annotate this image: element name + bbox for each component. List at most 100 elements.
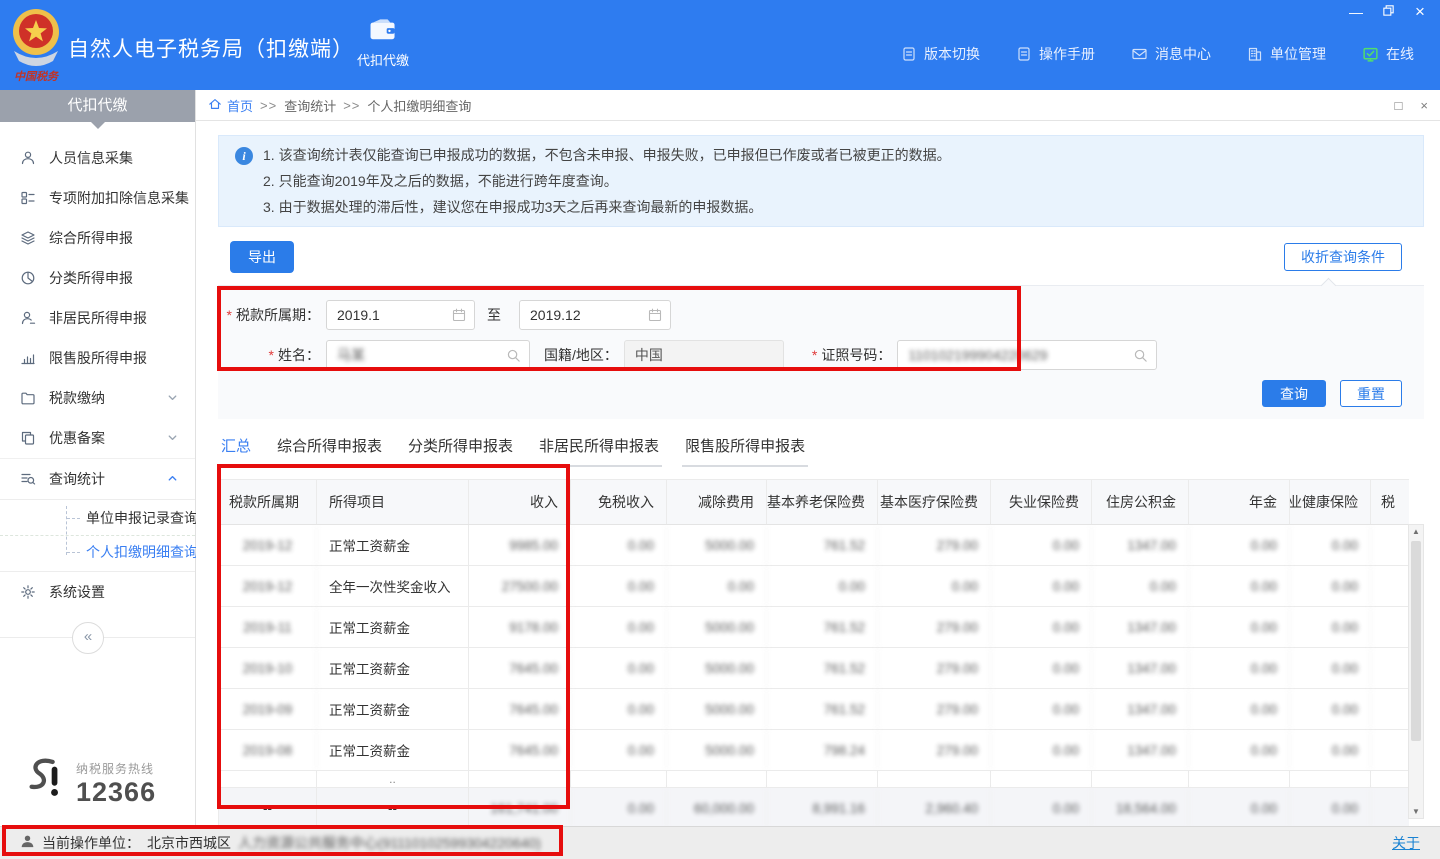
- nav-label: 单位管理: [1270, 44, 1326, 64]
- reset-button[interactable]: 重置: [1340, 380, 1402, 407]
- hotline-number: 12366: [76, 777, 156, 808]
- pie-chart-icon: [20, 270, 36, 286]
- chevron-up-icon: [166, 472, 179, 488]
- table-cell: [1371, 607, 1409, 647]
- table-cell: [878, 771, 991, 787]
- table-cell: 0.00: [1189, 648, 1290, 688]
- table-cell: 27500.00: [469, 566, 571, 606]
- period-row: 税款所属期： 2019.1 至 2019.12: [218, 300, 1424, 330]
- sidebar-item-preferential-filing[interactable]: 优惠备案: [0, 418, 195, 458]
- sidebar-item-tax-payment[interactable]: 税款缴纳: [0, 378, 195, 418]
- nationality-input[interactable]: 中国: [624, 340, 784, 370]
- panel-maximize-button[interactable]: □: [1395, 98, 1403, 113]
- vertical-scrollbar[interactable]: ▲ ▼: [1408, 524, 1424, 819]
- calendar-icon[interactable]: [452, 308, 466, 322]
- hotline-block: 纳税服务热线 12366: [24, 755, 156, 812]
- sidebar-item-personnel-info[interactable]: 人员信息采集: [0, 138, 195, 178]
- vertical-scroll-thumb[interactable]: [1411, 541, 1421, 741]
- sidebar-item-nonresident-income[interactable]: 非居民所得申报: [0, 298, 195, 338]
- table-cell: 0.00: [991, 648, 1092, 688]
- tab-nonresident-income[interactable]: 非居民所得申报表: [536, 435, 662, 467]
- table-row[interactable]: 2019-09正常工资薪金7645.000.005000.00761.52279…: [219, 689, 1409, 730]
- table-cell: 0.00: [1092, 566, 1189, 606]
- period-from-value: 2019.1: [337, 307, 380, 323]
- table-cell: 5000.00: [667, 648, 767, 688]
- query-button[interactable]: 查询: [1262, 380, 1326, 407]
- user-icon: [20, 834, 35, 852]
- notice-line: 3. 由于数据处理的滞后性，建议您在申报成功3天之后再来查询最新的申报数据。: [263, 194, 951, 220]
- sidebar-collapse-row: «: [0, 622, 195, 654]
- info-icon: i: [235, 147, 253, 165]
- scroll-down-arrow[interactable]: ▼: [1409, 807, 1423, 816]
- restore-button[interactable]: [1380, 4, 1396, 20]
- unit-management-button[interactable]: 单位管理: [1247, 44, 1326, 64]
- sidebar-item-comprehensive-income[interactable]: 综合所得申报: [0, 218, 195, 258]
- current-unit-prefix: 当前操作单位：: [42, 833, 140, 853]
- name-input[interactable]: 马某: [326, 340, 530, 370]
- table-cell: 0.00: [571, 525, 667, 565]
- app-title: 自然人电子税务局（扣缴端）: [68, 33, 354, 63]
- table-cell: 9985.00: [469, 525, 571, 565]
- table-cell: 279.00: [878, 607, 991, 647]
- sidebar-item-classified-income[interactable]: 分类所得申报: [0, 258, 195, 298]
- tab-restricted-stock[interactable]: 限售股所得申报表: [682, 435, 808, 467]
- table-cell: 279.00: [878, 730, 991, 770]
- period-from-input[interactable]: 2019.1: [326, 300, 475, 330]
- close-button[interactable]: ×: [1412, 4, 1428, 20]
- table-row: ..: [219, 771, 1409, 788]
- breadcrumb-home[interactable]: 首页: [208, 96, 253, 115]
- module-tab-withholding[interactable]: 代扣代缴: [348, 18, 418, 69]
- table-cell: 1347.00: [1092, 648, 1189, 688]
- sidebar-item-system-settings[interactable]: 系统设置: [0, 572, 195, 612]
- table-cell: 798.24: [767, 730, 878, 770]
- collapse-query-button[interactable]: 收折查询条件: [1284, 243, 1402, 271]
- tab-classified-income[interactable]: 分类所得申报表: [405, 435, 516, 467]
- sidebar-item-special-deduction[interactable]: 专项附加扣除信息采集: [0, 178, 195, 218]
- search-icon[interactable]: [506, 348, 521, 363]
- online-status[interactable]: 在线: [1362, 44, 1414, 64]
- table-cell: 2019-09: [219, 689, 317, 729]
- table-cell: [1371, 730, 1409, 770]
- table-cell: 761.52: [767, 648, 878, 688]
- table-cell: 279.00: [878, 648, 991, 688]
- period-to-input[interactable]: 2019.12: [519, 300, 671, 330]
- notice-box: i 1. 该查询统计表仅能查询已申报成功的数据，不包含未申报、申报失败，已申报但…: [218, 135, 1424, 227]
- table-row[interactable]: 2019-11正常工资薪金9178.000.005000.00761.52279…: [219, 607, 1409, 648]
- current-unit-name: 北京市西城区: [147, 833, 231, 853]
- message-center-button[interactable]: 消息中心: [1131, 44, 1211, 64]
- copy-icon: [20, 430, 36, 446]
- breadcrumb-level1[interactable]: 查询统计: [284, 96, 336, 115]
- calendar-icon[interactable]: [648, 308, 662, 322]
- about-link[interactable]: 关于: [1392, 833, 1420, 853]
- search-icon[interactable]: [1133, 348, 1148, 363]
- breadcrumb-separator: >>: [343, 98, 360, 113]
- sidebar-subitem-unit-declaration-query[interactable]: 单位申报记录查询: [0, 502, 195, 535]
- panel-close-button[interactable]: ×: [1420, 98, 1428, 113]
- table-row[interactable]: 2019-10正常工资薪金7645.000.005000.00761.52279…: [219, 648, 1409, 689]
- table-row[interactable]: 2019-08正常工资薪金7645.000.005000.00798.24279…: [219, 730, 1409, 771]
- sidebar-item-query-statistics[interactable]: 查询统计: [0, 458, 195, 499]
- minimize-button[interactable]: —: [1348, 4, 1364, 20]
- building-icon: [1247, 46, 1263, 62]
- table-cell: 0.00: [1290, 788, 1371, 828]
- sidebar-item-restricted-stock[interactable]: 限售股所得申报: [0, 338, 195, 378]
- sidebar-subitem-personal-withholding-query[interactable]: 个人扣缴明细查询: [0, 535, 195, 569]
- table-cell: [1189, 771, 1290, 787]
- manual-button[interactable]: 操作手册: [1016, 44, 1095, 64]
- result-tabs: 汇总 综合所得申报表 分类所得申报表 非居民所得申报表 限售股所得申报表: [218, 435, 1424, 467]
- tab-summary[interactable]: 汇总: [218, 435, 254, 467]
- tab-comprehensive-income[interactable]: 综合所得申报表: [274, 435, 385, 467]
- scroll-up-arrow[interactable]: ▲: [1409, 527, 1423, 536]
- gear-icon: [20, 584, 36, 600]
- table-row[interactable]: 2019-12全年一次性奖金收入27500.000.000.000.000.00…: [219, 566, 1409, 607]
- version-switch-button[interactable]: 版本切换: [901, 44, 980, 64]
- sidebar-collapse-button[interactable]: «: [72, 622, 104, 654]
- notice-line: 2. 只能查询2019年及之后的数据，不能进行跨年度查询。: [263, 168, 951, 194]
- table-cell: 0.00: [1189, 788, 1290, 828]
- table-row[interactable]: 2019-12正常工资薪金9985.000.005000.00761.52279…: [219, 525, 1409, 566]
- results-table: 税款所属期 所得项目 收入 免税收入 减除费用 基本养老保险费 基本医疗保险费 …: [218, 479, 1424, 847]
- table-cell: 0.00: [571, 607, 667, 647]
- export-button[interactable]: 导出: [230, 241, 294, 273]
- table-cell: 0.00: [991, 788, 1092, 828]
- id-number-input[interactable]: 110102199904220629: [897, 340, 1157, 370]
